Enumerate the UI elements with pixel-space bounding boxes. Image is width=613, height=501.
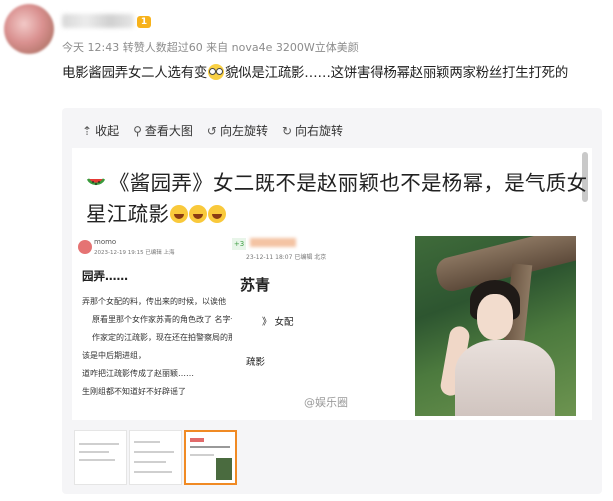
username-blurred[interactable]	[62, 14, 134, 28]
mid-line-1: 》 女配	[262, 317, 294, 328]
view-large-label: 查看大图	[144, 124, 193, 138]
headline-text: 《酱园弄》女二既不是赵丽颖也不是杨幂，是气质女星江疏影	[86, 171, 588, 226]
rotate-left-icon: ↺	[206, 123, 217, 138]
rotate-right-icon: ↻	[281, 123, 293, 138]
post-text-after: 貌似是江疏影……这饼害得杨幂赵丽颖两家粉丝打生打死的	[225, 66, 569, 81]
magnifier-icon: ⚲	[133, 123, 142, 138]
mid-line-2: 疏影	[246, 357, 266, 368]
collapse-arrow-icon: ⇡	[82, 123, 93, 138]
photo-face	[477, 294, 513, 340]
app-avatar-icon	[78, 240, 92, 254]
media-viewer: ⇡ 收起 ⚲ 查看大图 ↺ 向左旋转 ↻ 向右旋转 《酱园弄》女二既不是赵丽颖也…	[62, 108, 602, 494]
thumb-line	[134, 471, 172, 473]
left-line-6: 生刚组都不知道好不好辟谣了	[82, 387, 186, 396]
media-toolbar: ⇡ 收起 ⚲ 查看大图 ↺ 向左旋转 ↻ 向右旋转	[82, 122, 343, 139]
photo-dress	[455, 340, 555, 416]
avatar[interactable]	[4, 4, 54, 54]
laughing-emoji-icon	[170, 205, 189, 223]
mid-date: 23-12-11 18:07 已编辑 北京	[246, 254, 327, 261]
rotate-left-button[interactable]: ↺ 向左旋转	[207, 122, 268, 139]
glasses-emoji-icon	[208, 64, 225, 80]
left-line-1: 弄那个女配的料，传出来的时候，以诶他	[82, 297, 226, 306]
expanded-image[interactable]: 《酱园弄》女二既不是赵丽颖也不是杨幂，是气质女星江疏影 momo 2023-12…	[72, 148, 592, 420]
thumb-line	[190, 454, 214, 456]
thumbnail-1[interactable]	[74, 430, 127, 485]
post-meta: 今天 12:43 转赞人数超过60 来自 nova4e 3200W立体美颜	[62, 41, 359, 54]
laughing-emoji-icon	[189, 205, 208, 223]
rotate-left-label: 向左旋转	[219, 124, 268, 138]
laughing-emoji-icon	[208, 205, 227, 223]
screenshot-middle: +3 23-12-11 18:07 已编辑 北京 苏青 》 女配 疏影	[232, 234, 402, 418]
watermelon-icon	[86, 178, 106, 186]
left-app-name: momo	[94, 238, 117, 246]
thumbnail-3[interactable]	[184, 430, 237, 485]
left-line-5: 道咋把江疏影传成了赵丽颖……	[82, 369, 194, 378]
thumb-line	[79, 459, 115, 461]
rotate-right-button[interactable]: ↻ 向右旋转	[282, 122, 343, 139]
collapse-label: 收起	[95, 124, 120, 138]
user-level-badge: 1	[137, 16, 151, 28]
thumb-line	[79, 443, 119, 445]
post-text-before: 电影酱园弄女二人选有变	[62, 66, 208, 81]
post-text: 电影酱园弄女二人选有变 貌似是江疏影……这饼害得杨幂赵丽颖两家粉丝打生打死的	[62, 61, 568, 81]
rotate-right-label: 向右旋转	[295, 124, 344, 138]
screenshot-left: momo 2023-12-19 19:15 已编辑 上海 园弄…… 弄那个女配的…	[74, 234, 239, 418]
thumbnail-2[interactable]	[129, 430, 182, 485]
thumbnail-strip	[74, 430, 237, 485]
thumb-red-mark	[190, 438, 204, 442]
thumb-photo	[216, 458, 232, 480]
thumb-line	[79, 451, 109, 453]
mid-badge: +3	[232, 238, 246, 250]
thumb-line	[190, 446, 230, 448]
mid-name: 苏青	[240, 276, 271, 294]
collapse-button[interactable]: ⇡ 收起	[82, 122, 119, 139]
mid-username-blurred	[250, 238, 296, 247]
left-line-3: 作家定的江疏影，现在还在拍警察局的那	[92, 333, 236, 342]
thumb-line	[134, 451, 174, 453]
thumb-line	[134, 441, 160, 443]
image-headline: 《酱园弄》女二既不是赵丽颖也不是杨幂，是气质女星江疏影	[86, 168, 591, 230]
actress-photo	[415, 236, 576, 416]
left-date: 2023-12-19 19:15 已编辑 上海	[94, 250, 175, 256]
view-large-button[interactable]: ⚲ 查看大图	[133, 122, 193, 139]
left-line-4: 该是中后期进组，	[82, 351, 146, 360]
image-watermark: @娱乐圈	[304, 396, 348, 409]
left-title: 园弄……	[82, 269, 128, 283]
thumb-line	[134, 461, 166, 463]
left-line-2: 原看里那个女作家苏青的角色改了 名字也	[92, 315, 239, 324]
